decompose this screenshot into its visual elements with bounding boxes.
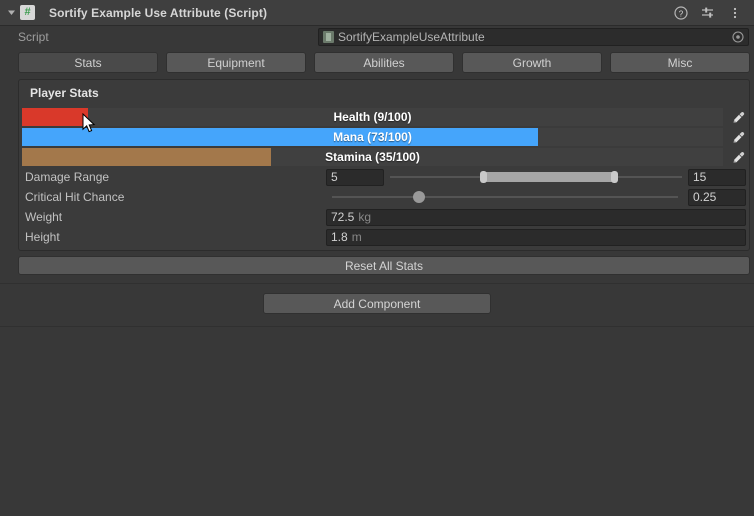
- script-object-value: SortifyExampleUseAttribute: [338, 30, 485, 44]
- property-row-damage-range: Damage Range 5 15: [19, 167, 749, 187]
- height-control: 1.8 m: [326, 228, 749, 246]
- critical-hit-chance-field[interactable]: 0.25: [688, 188, 746, 206]
- help-icon[interactable]: ?: [673, 5, 689, 21]
- stat-row-health: Health (9/100): [19, 107, 749, 127]
- damage-range-label: Damage Range: [25, 170, 110, 184]
- damage-range-min-field[interactable]: 5: [326, 168, 384, 186]
- inspector-window: # Sortify Example Use Attribute (Script)…: [0, 0, 754, 516]
- script-object-field[interactable]: SortifyExampleUseAttribute: [318, 28, 749, 46]
- object-picker-icon[interactable]: [731, 31, 744, 44]
- critical-hit-chance-control: 0.25: [326, 188, 749, 206]
- eyedropper-icon-mana[interactable]: [727, 128, 749, 146]
- property-row-height: Height 1.8 m: [19, 227, 749, 247]
- add-component-button[interactable]: Add Component: [263, 293, 491, 314]
- eyedropper-icon-stamina[interactable]: [727, 148, 749, 166]
- damage-range-slider[interactable]: [390, 168, 682, 186]
- damage-range-control: 5 15: [326, 168, 749, 186]
- inspector-empty-area: [0, 326, 754, 516]
- critical-hit-chance-handle[interactable]: [412, 191, 425, 203]
- tab-growth[interactable]: Growth: [462, 52, 602, 73]
- stat-row-mana: Mana (73/100): [19, 127, 749, 147]
- property-row-critical-hit-chance: Critical Hit Chance 0.25: [19, 187, 749, 207]
- stamina-bar[interactable]: Stamina (35/100): [22, 148, 723, 166]
- tab-equipment-label: Equipment: [207, 55, 265, 70]
- height-field[interactable]: 1.8 m: [326, 228, 746, 246]
- foldout-toggle[interactable]: [4, 0, 18, 26]
- cs-script-icon: [323, 31, 334, 43]
- more-menu-icon[interactable]: [727, 5, 743, 21]
- height-unit: m: [351, 230, 362, 244]
- reset-all-stats-label: Reset All Stats: [344, 258, 424, 273]
- weight-value: 72.5: [331, 210, 355, 224]
- weight-control: 72.5 kg: [326, 208, 749, 226]
- health-bar-fill: [22, 108, 88, 126]
- player-stats-group: Player Stats Health (9/100) Mana (73/100…: [18, 79, 750, 251]
- tab-abilities-label: Abilities: [363, 55, 405, 70]
- health-bar[interactable]: Health (9/100): [22, 108, 723, 126]
- mana-bar-fill: [22, 128, 538, 146]
- component-title: Sortify Example Use Attribute (Script): [49, 5, 268, 20]
- reset-all-stats-button[interactable]: Reset All Stats: [18, 256, 750, 275]
- stamina-bar-fill: [22, 148, 271, 166]
- health-bar-label: Health (9/100): [333, 110, 412, 124]
- height-value: 1.8: [331, 230, 348, 244]
- damage-range-max-field[interactable]: 15: [688, 168, 746, 186]
- mana-bar[interactable]: Mana (73/100): [22, 128, 723, 146]
- damage-range-max-handle[interactable]: [610, 171, 618, 183]
- script-icon-glyph: #: [24, 6, 31, 18]
- svg-text:?: ?: [679, 9, 684, 18]
- tab-stats-label: Stats: [74, 55, 102, 70]
- weight-field[interactable]: 72.5 kg: [326, 208, 746, 226]
- height-label: Height: [25, 230, 60, 244]
- eyedropper-icon-health[interactable]: [727, 108, 749, 126]
- damage-range-fill: [483, 172, 615, 182]
- critical-hit-chance-label: Critical Hit Chance: [25, 190, 125, 204]
- critical-hit-chance-rail: [332, 196, 678, 198]
- tab-equipment[interactable]: Equipment: [166, 52, 306, 73]
- critical-hit-chance-slider[interactable]: [332, 188, 678, 206]
- property-row-weight: Weight 72.5 kg: [19, 207, 749, 227]
- weight-unit: kg: [358, 210, 372, 224]
- add-component-label: Add Component: [333, 296, 421, 311]
- weight-label: Weight: [25, 210, 63, 224]
- tab-abilities[interactable]: Abilities: [314, 52, 454, 73]
- component-header: # Sortify Example Use Attribute (Script)…: [0, 0, 754, 26]
- damage-range-min-handle[interactable]: [480, 171, 488, 183]
- tab-growth-label: Growth: [512, 55, 552, 70]
- tab-misc-label: Misc: [667, 55, 693, 70]
- script-row: Script SortifyExampleUseAttribute: [0, 26, 754, 48]
- tab-bar: Stats Equipment Abilities Growth Misc: [0, 48, 754, 79]
- add-component-area: Add Component: [0, 284, 754, 314]
- chevron-down-icon: [7, 10, 15, 15]
- script-icon: #: [20, 5, 35, 20]
- script-label: Script: [18, 30, 49, 44]
- tab-misc[interactable]: Misc: [610, 52, 750, 73]
- player-stats-title: Player Stats: [30, 86, 99, 100]
- tab-stats[interactable]: Stats: [18, 52, 158, 73]
- stat-row-stamina: Stamina (35/100): [19, 147, 749, 167]
- header-icon-group: ?: [673, 5, 748, 21]
- preset-icon[interactable]: [700, 5, 716, 21]
